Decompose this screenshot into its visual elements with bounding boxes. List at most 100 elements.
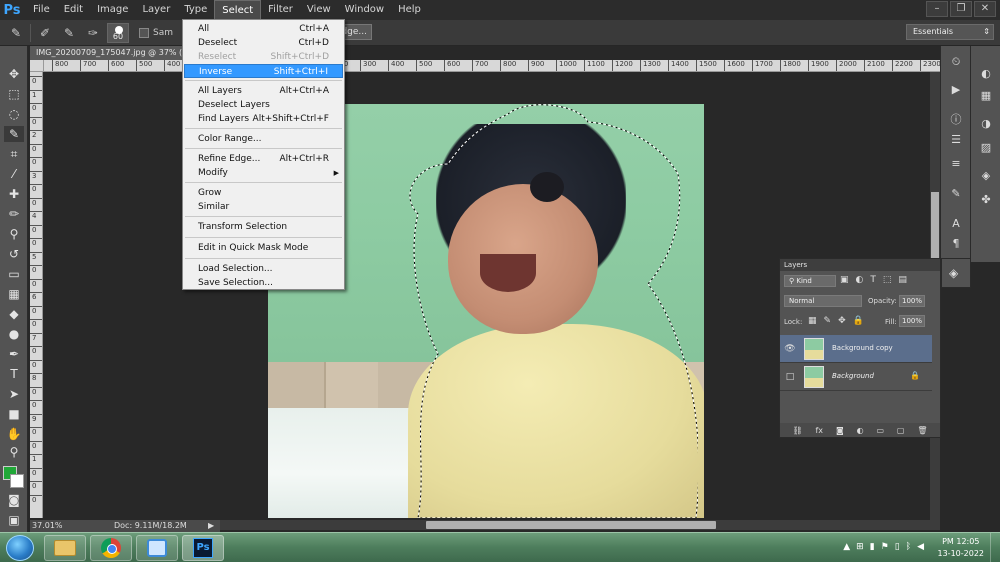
adjustments-panel-icon[interactable]: ≡ (948, 156, 964, 172)
lock-all-icon[interactable]: 🔒 (853, 316, 864, 326)
taskbar-chrome[interactable] (90, 535, 132, 561)
brush-tool-icon[interactable]: ✏ (4, 206, 24, 222)
select-menu-item[interactable]: Transform Selection (184, 220, 343, 234)
flag-icon[interactable]: ⚑ (881, 542, 889, 552)
clone-stamp-tool-icon[interactable]: ⚲ (4, 226, 24, 242)
new-adjustment-icon[interactable]: ◐ (857, 426, 864, 435)
select-menu-item[interactable]: Find Layers Alt+Shift+Ctrl+F (184, 112, 343, 126)
select-menu-item[interactable]: All Layers Alt+Ctrl+A (184, 84, 343, 98)
taskbar-folder[interactable] (44, 535, 86, 561)
network-signal-icon[interactable]: ▮ (870, 542, 875, 552)
add-to-selection-icon[interactable]: ✎ (59, 24, 79, 42)
subtract-from-selection-icon[interactable]: ✑ (83, 24, 103, 42)
rectangle-tool-icon[interactable]: ■ (4, 406, 24, 422)
new-layer-icon[interactable]: ▢ (897, 426, 905, 435)
zoom-tool-icon[interactable]: ⚲ (4, 444, 24, 460)
new-selection-icon[interactable]: ✐ (35, 24, 55, 42)
horizontal-scrollbar[interactable] (220, 520, 940, 530)
add-mask-icon[interactable]: ◙ (836, 426, 844, 435)
taskbar-camera[interactable] (136, 535, 178, 561)
horizontal-scroll-thumb[interactable] (426, 521, 716, 529)
color-panel-icon[interactable]: ◐ (978, 66, 994, 82)
quick-selection-tool-icon[interactable]: ✎ (4, 126, 24, 142)
opacity-input[interactable]: 100% (899, 295, 925, 307)
show-desktop-button[interactable] (990, 533, 1000, 562)
new-group-icon[interactable]: ▭ (876, 426, 884, 435)
quick-mask-icon[interactable]: ◙ (4, 492, 24, 508)
pixel-filter-icon[interactable]: ▣ (840, 275, 849, 285)
layer-background[interactable]: □ Background 🔒 (780, 363, 932, 391)
visibility-toggle[interactable]: □ (784, 371, 796, 383)
character-panel-icon[interactable]: A (948, 216, 964, 232)
select-menu-item[interactable]: All Ctrl+A (184, 22, 343, 36)
navigator-panel-icon[interactable]: ◑ (978, 116, 994, 132)
select-menu-item[interactable]: Modify ▶ (184, 166, 343, 180)
paths-panel-icon[interactable]: ✤ (978, 192, 994, 208)
menu-image[interactable]: Image (90, 0, 135, 20)
volume-icon[interactable]: ◀ (917, 542, 924, 552)
menu-view[interactable]: View (300, 0, 338, 20)
minimize-icon[interactable]: – (926, 1, 948, 17)
layer-style-icon[interactable]: fx (815, 426, 823, 435)
fill-input[interactable]: 100% (899, 315, 925, 327)
dodge-tool-icon[interactable]: ● (4, 326, 24, 342)
history-panel-icon[interactable]: ⏲ (948, 54, 964, 70)
background-color-swatch[interactable] (10, 474, 24, 488)
taskbar-photoshop[interactable]: Ps (182, 535, 224, 561)
system-clock[interactable]: PM 12:05 13-10-2022 (938, 536, 985, 560)
eyedropper-tool-icon[interactable]: ⁄ (4, 166, 24, 182)
brush-panel-icon[interactable]: ✎ (948, 186, 964, 202)
select-menu-item[interactable]: Load Selection... (184, 262, 343, 276)
ruler-origin[interactable] (30, 60, 44, 72)
gradient-tool-icon[interactable]: ▦ (4, 286, 24, 302)
actions-panel-icon[interactable]: ▶ (948, 82, 964, 98)
quick-selection-preset-icon[interactable]: ✎ (6, 24, 26, 42)
shape-filter-icon[interactable]: ⬚ (883, 275, 892, 285)
sample-all-layers-checkbox[interactable] (139, 27, 149, 38)
select-menu-item[interactable]: Save Selection... (184, 276, 343, 290)
blur-tool-icon[interactable]: ◆ (4, 306, 24, 322)
crop-tool-icon[interactable]: ⌗ (4, 146, 24, 162)
pen-tool-icon[interactable]: ✒ (4, 346, 24, 362)
zoom-level[interactable]: 37.01% (32, 520, 63, 532)
paragraph-panel-icon[interactable]: ¶ (948, 236, 964, 252)
select-menu-item[interactable]: Refine Edge... Alt+Ctrl+R (184, 152, 343, 166)
layer-filter-kind[interactable]: ⚲ Kind (784, 275, 836, 287)
type-filter-icon[interactable]: T (870, 275, 876, 285)
blend-mode-select[interactable]: Normal (784, 295, 862, 307)
restore-icon[interactable]: ❐ (950, 1, 972, 17)
layers-panel-icon[interactable]: ◈ (941, 258, 971, 288)
language-icon[interactable]: ⊞ (856, 542, 864, 552)
start-button[interactable] (6, 535, 34, 561)
eraser-tool-icon[interactable]: ▭ (4, 266, 24, 282)
healing-brush-tool-icon[interactable]: ✚ (4, 186, 24, 202)
channels-panel-icon[interactable]: ◈ (978, 168, 994, 184)
close-icon[interactable]: ✕ (974, 1, 996, 17)
select-menu-item[interactable]: Inverse Shift+Ctrl+I (184, 64, 343, 78)
menu-type[interactable]: Type (177, 0, 214, 20)
adjustment-filter-icon[interactable]: ◐ (856, 275, 864, 285)
menu-file[interactable]: File (26, 0, 57, 20)
menu-window[interactable]: Window (338, 0, 391, 20)
eye-icon[interactable]: 👁 (784, 343, 796, 355)
marquee-tool-icon[interactable]: ⬚ (4, 86, 24, 102)
select-menu-item[interactable]: Deselect Layers (184, 98, 343, 112)
vertical-ruler[interactable]: 0 1 0 0 2 0 0 3 0 0 4 0 0 5 0 0 6 0 0 7 0 0 8 0 0 9 0 0 1 0 0 0 (30, 72, 43, 518)
info-panel-icon[interactable]: ⓘ (948, 112, 964, 128)
bluetooth-icon[interactable]: ᛒ (906, 542, 911, 552)
screen-mode-icon[interactable]: ▣ (4, 512, 24, 528)
layers-panel-title[interactable]: Layers (780, 259, 940, 271)
menu-filter[interactable]: Filter (261, 0, 300, 20)
smart-object-filter-icon[interactable]: ▤ (898, 275, 907, 285)
workspace-switcher[interactable]: Essentials (906, 24, 994, 40)
type-tool-icon[interactable]: T (4, 366, 24, 382)
move-tool-icon[interactable]: ✥ (4, 66, 24, 82)
lock-position-icon[interactable]: ✥ (838, 316, 846, 326)
swatches-panel-icon[interactable]: ▦ (978, 88, 994, 104)
show-hidden-icons-icon[interactable]: ▲ (843, 542, 850, 552)
properties-panel-icon[interactable]: ☰ (948, 132, 964, 148)
brush-size-picker[interactable]: 60 (107, 22, 129, 43)
select-menu-item[interactable]: Edit in Quick Mask Mode (184, 241, 343, 255)
battery-icon[interactable]: ▯ (895, 542, 900, 552)
lock-transparency-icon[interactable]: ▦ (808, 316, 817, 326)
